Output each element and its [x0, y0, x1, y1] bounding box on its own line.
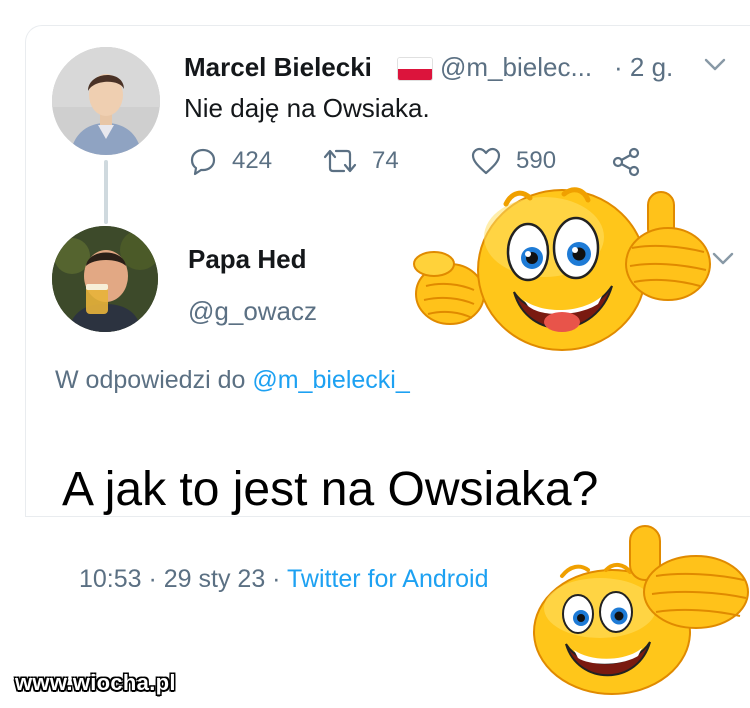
- chevron-down-icon[interactable]: [712, 252, 734, 266]
- thumbs-up-smiley-icon: [412, 182, 712, 354]
- reply-count: 424: [232, 147, 273, 174]
- thumbs-up-smiley-icon: [526, 520, 750, 698]
- tweet-timestamp: 10:53 · 29 sty 23 · Twitter for Android: [79, 565, 488, 594]
- page: Marcel Bielecki @m_bielec... · 2 g. Nie …: [0, 0, 750, 708]
- share-icon: [612, 147, 640, 177]
- reply-button[interactable]: 424: [188, 146, 272, 176]
- like-button[interactable]: 590: [470, 146, 556, 176]
- avatar-marcel[interactable]: [52, 47, 160, 155]
- avatar-papa-hed[interactable]: [52, 226, 158, 332]
- reply-context: W odpowiedzi do @m_bielecki_: [55, 366, 410, 395]
- retweet-icon: [323, 149, 357, 173]
- chevron-down-icon[interactable]: [704, 58, 726, 72]
- tweet-time[interactable]: · 2 g.: [614, 52, 673, 83]
- reply-author-name[interactable]: Papa Hed: [188, 244, 307, 275]
- heart-icon: [471, 147, 501, 175]
- retweet-count: 74: [372, 147, 399, 174]
- poland-flag-icon: [398, 58, 432, 80]
- author-handle[interactable]: @m_bielec...: [440, 52, 592, 83]
- avatar-image: [52, 226, 158, 332]
- like-count: 590: [516, 147, 557, 174]
- author-name[interactable]: Marcel Bielecki: [184, 52, 372, 83]
- retweet-button[interactable]: 74: [322, 146, 399, 176]
- tweet-text: Nie daję na Owsiaka.: [184, 93, 430, 123]
- reply-mention-link[interactable]: @m_bielecki_: [252, 366, 409, 394]
- source-link[interactable]: Twitter for Android: [287, 565, 488, 593]
- reply-author-handle[interactable]: @g_owacz: [188, 296, 317, 327]
- timestamp-text: 10:53 · 29 sty 23 ·: [79, 565, 287, 593]
- reply-text: A jak to jest na Owsiaka?: [62, 463, 599, 516]
- avatar-image: [52, 47, 160, 155]
- watermark: www.wiocha.pl: [15, 670, 176, 695]
- thread-line: [104, 160, 108, 224]
- reply-prefix: W odpowiedzi do: [55, 366, 246, 394]
- share-button[interactable]: [610, 146, 642, 178]
- reply-icon: [190, 148, 216, 176]
